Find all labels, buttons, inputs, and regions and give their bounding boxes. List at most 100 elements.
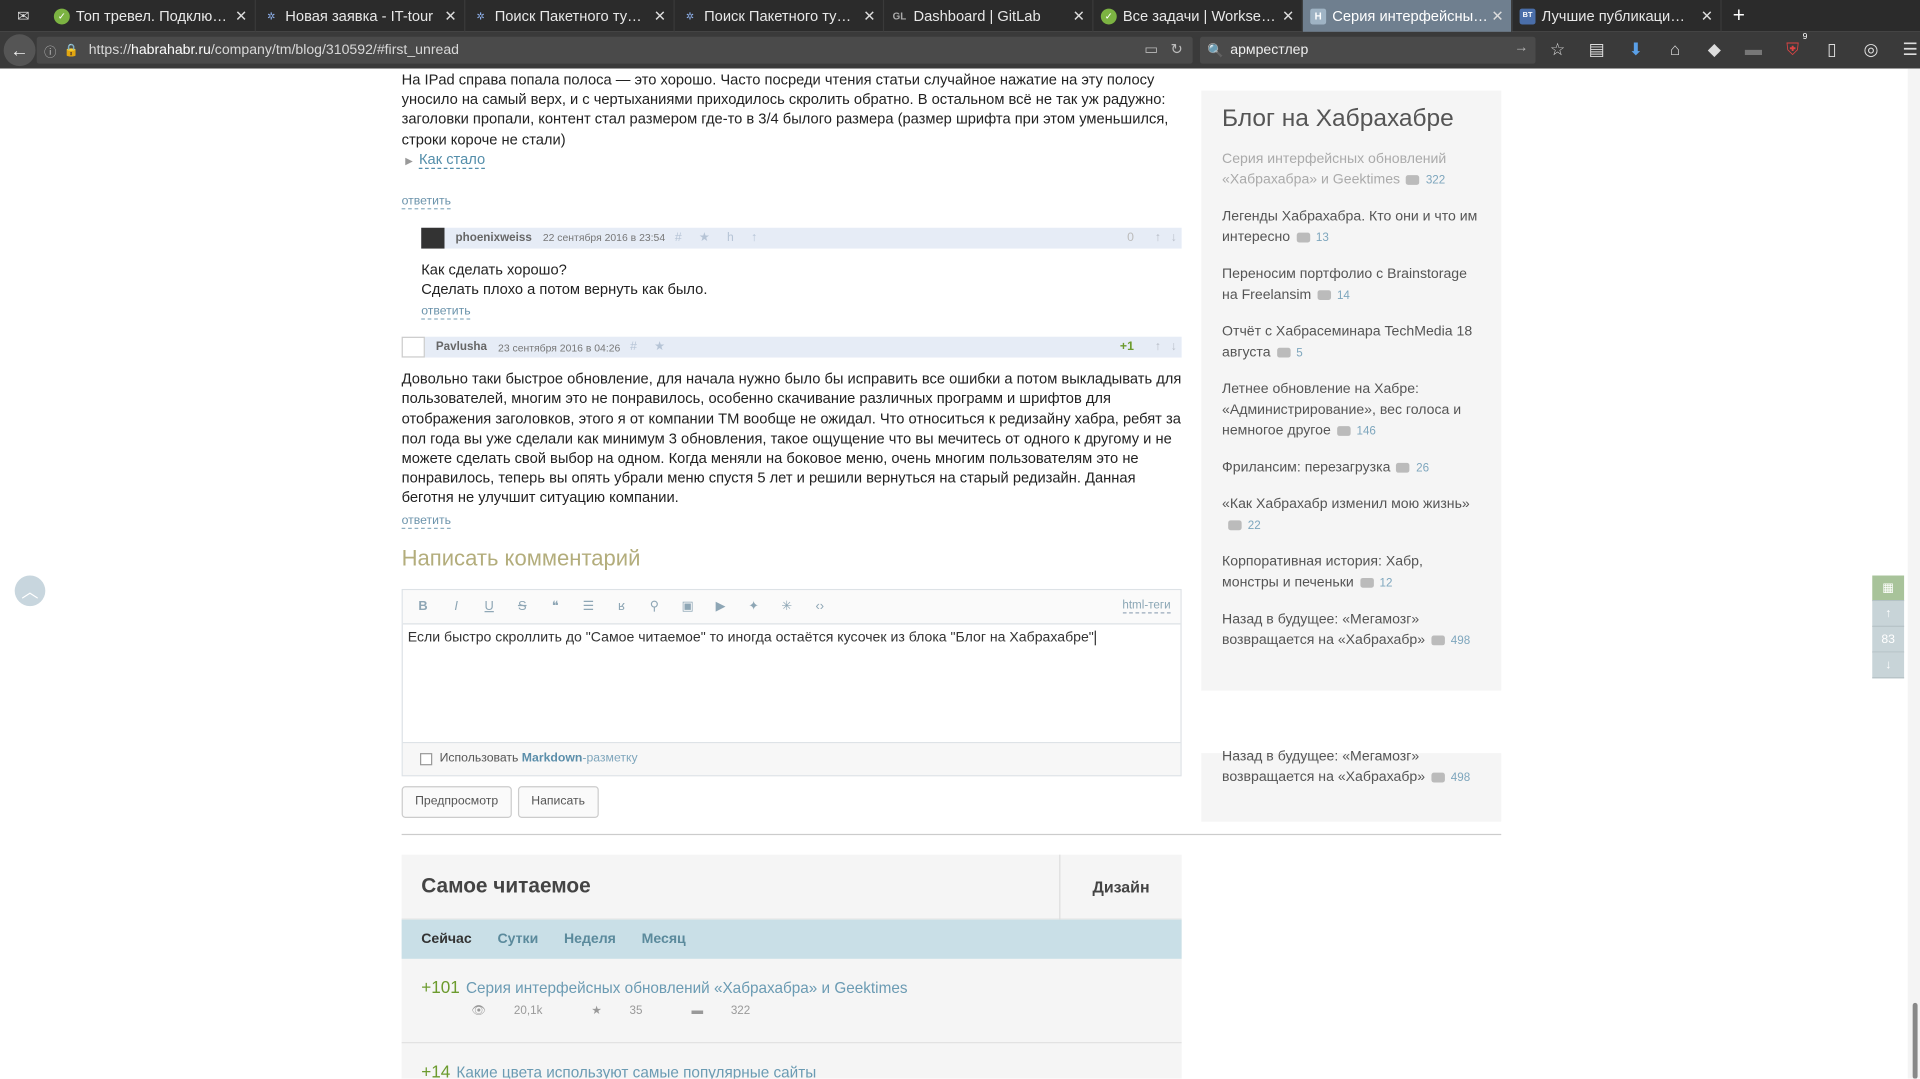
- menu-icon[interactable]: ☰: [1898, 39, 1920, 60]
- underline-icon[interactable]: U: [473, 599, 506, 614]
- comment-author[interactable]: Pavlusha: [436, 341, 487, 354]
- sidebar-item[interactable]: Корпоративная история: Хабр, монстры и п…: [1222, 552, 1480, 594]
- parent-link-icon[interactable]: h: [727, 231, 734, 244]
- tab-now[interactable]: Сейчас: [421, 932, 472, 947]
- vote-up-icon[interactable]: ↑: [1155, 341, 1161, 354]
- video-icon[interactable]: ▶: [704, 599, 737, 614]
- library-icon[interactable]: ▤: [1585, 39, 1609, 60]
- tracker-icon[interactable]: ▦: [1872, 575, 1905, 602]
- tab-day[interactable]: Сутки: [497, 932, 538, 947]
- new-tab-button[interactable]: +: [1722, 0, 1756, 32]
- reply-link[interactable]: ответить: [401, 514, 451, 529]
- scrollbar-thumb[interactable]: [1912, 1002, 1918, 1079]
- mail-icon: ✉: [17, 7, 30, 25]
- html-tags-link[interactable]: html-теги: [1122, 599, 1171, 614]
- tab-2[interactable]: ✲ Поиск Пакетного ту… ✕: [465, 0, 675, 32]
- tab-close-icon[interactable]: ✕: [1491, 7, 1503, 24]
- back-button[interactable]: ←: [3, 34, 36, 67]
- sidebar-item[interactable]: Летнее обновление на Хабре: «Администрир…: [1222, 380, 1480, 442]
- url-bar[interactable]: ⓘ 🔒 https://habrahabr.ru/company/tm/blog…: [36, 36, 1193, 64]
- insecure-lock-icon[interactable]: 🔒: [64, 43, 79, 56]
- pocket-icon[interactable]: ◆: [1702, 39, 1726, 60]
- tab-0[interactable]: ✓ Топ тревел. Подклю… ✕: [47, 0, 256, 32]
- user-mention-icon[interactable]: ʁ: [605, 599, 638, 614]
- comment-author[interactable]: phoenixweiss: [456, 231, 532, 244]
- pipe-icon[interactable]: ↑: [751, 231, 757, 244]
- tab-close-icon[interactable]: ✕: [654, 7, 666, 24]
- search-input[interactable]: армрестлер: [1230, 43, 1308, 58]
- link-icon[interactable]: ⚲: [638, 599, 671, 614]
- extension-icon[interactable]: ◎: [1859, 39, 1883, 60]
- tab-close-icon[interactable]: ✕: [1282, 7, 1294, 24]
- sidebar-item[interactable]: Легенды Хабрахабра. Кто они и что им инт…: [1222, 207, 1480, 249]
- tab-close-icon[interactable]: ✕: [1701, 7, 1713, 24]
- sidebar-item[interactable]: Назад в будущее: «Мегамозг» возвращается…: [1222, 747, 1480, 789]
- home-icon[interactable]: ⌂: [1663, 39, 1687, 60]
- tab-5[interactable]: ✓ Все задачи | Workse… ✕: [1093, 0, 1303, 32]
- avatar[interactable]: [401, 337, 425, 358]
- code-icon[interactable]: ‹›: [803, 599, 836, 614]
- sidebar-item[interactable]: Переносим портфолио с Brainstorage на Fr…: [1222, 264, 1480, 306]
- scroll-to-top-button[interactable]: ︿: [14, 575, 46, 607]
- reader-view-icon[interactable]: ▭: [1144, 40, 1158, 57]
- vote-down-icon[interactable]: ↓: [1171, 231, 1177, 244]
- ublock-icon[interactable]: ⛨ 9: [1780, 33, 1807, 60]
- preview-button[interactable]: Предпросмотр: [401, 785, 512, 818]
- tab-close-icon[interactable]: ✕: [863, 7, 875, 24]
- comment: Pavlusha 23 сентября 2016 в 04:26 # ★ +1…: [401, 337, 1182, 530]
- spoiler-link[interactable]: Как стало: [418, 150, 486, 169]
- sidebar-item[interactable]: Серия интерфейсных обновлений «Хабрахабр…: [1222, 149, 1480, 191]
- search-go-icon[interactable]: →: [1514, 40, 1528, 55]
- tab-6-active[interactable]: H Серия интерфейсны… ✕: [1302, 0, 1513, 32]
- scrollbar[interactable]: [1907, 68, 1920, 1079]
- list-icon[interactable]: ☰: [572, 599, 605, 614]
- twitter-icon[interactable]: ✦: [737, 599, 770, 614]
- markdown-link[interactable]: Markdown-разметку: [522, 752, 638, 765]
- tab-3[interactable]: ✲ Поиск Пакетного ту… ✕: [675, 0, 885, 32]
- post-link[interactable]: Какие цвета используют самые популярные …: [456, 1064, 816, 1079]
- info-icon[interactable]: ⓘ: [44, 41, 56, 59]
- bold-icon[interactable]: B: [407, 599, 440, 614]
- star-icon[interactable]: ★: [699, 231, 710, 244]
- most-read-category[interactable]: Дизайн: [1059, 854, 1181, 919]
- tab-close-icon[interactable]: ✕: [235, 7, 247, 24]
- arrow-up-icon[interactable]: ↑: [1872, 601, 1905, 627]
- tab-close-icon[interactable]: ✕: [1073, 7, 1085, 24]
- hash-icon[interactable]: #: [675, 231, 682, 244]
- bookmark-star-icon[interactable]: ☆: [1545, 39, 1569, 60]
- quote-icon[interactable]: ❝: [539, 599, 572, 614]
- screen-icon[interactable]: ▬: [1741, 39, 1765, 60]
- search-bar[interactable]: 🔍 армрестлер →: [1200, 36, 1536, 64]
- post-link[interactable]: Серия интерфейсных обновлений «Хабрахабр…: [466, 980, 908, 997]
- tab-week[interactable]: Неделя: [564, 932, 616, 947]
- tab-1[interactable]: ✲ Новая заявка - IT-tour ✕: [256, 0, 466, 32]
- sidebar-item[interactable]: «Как Хабрахабр изменил мою жизнь»22: [1222, 495, 1480, 537]
- tab-close-icon[interactable]: ✕: [444, 7, 456, 24]
- spoiler[interactable]: ▶ Как стало: [405, 150, 1181, 169]
- markdown-checkbox[interactable]: [420, 752, 433, 765]
- notes-icon[interactable]: ▯: [1820, 39, 1844, 60]
- tab-month[interactable]: Месяц: [642, 932, 686, 947]
- tab-7[interactable]: BT Лучшие публикаци… ✕: [1512, 0, 1722, 32]
- reply-link[interactable]: ответить: [401, 194, 451, 210]
- star-icon[interactable]: ★: [654, 341, 665, 354]
- tab-4[interactable]: GL Dashboard | GitLab ✕: [884, 0, 1094, 32]
- arrow-down-icon[interactable]: ↓: [1872, 652, 1905, 679]
- avatar[interactable]: [421, 227, 445, 249]
- comment-textarea[interactable]: Если быстро скроллить до "Самое читаемое…: [402, 624, 1181, 743]
- reply-link[interactable]: ответить: [421, 305, 471, 320]
- sidebar-item[interactable]: Отчёт с Хабрасеминара TechMedia 18 авгус…: [1222, 322, 1480, 364]
- strikethrough-icon[interactable]: S: [506, 599, 539, 614]
- submit-button[interactable]: Написать: [517, 785, 599, 818]
- download-icon[interactable]: ⬇: [1624, 39, 1648, 60]
- spoiler-icon[interactable]: ✳: [770, 599, 803, 614]
- reload-icon[interactable]: ↻: [1171, 40, 1183, 57]
- italic-icon[interactable]: I: [440, 599, 473, 614]
- sidebar-item[interactable]: Назад в будущее: «Мегамозг» возвращается…: [1222, 610, 1480, 652]
- image-icon[interactable]: ▣: [671, 599, 704, 614]
- gmail-pinned-tab[interactable]: ✉: [0, 0, 47, 32]
- hash-icon[interactable]: #: [630, 341, 637, 354]
- vote-up-icon[interactable]: ↑: [1155, 231, 1161, 244]
- sidebar-item[interactable]: Фрилансим: перезагрузка 26: [1222, 458, 1480, 479]
- vote-down-icon[interactable]: ↓: [1171, 341, 1177, 354]
